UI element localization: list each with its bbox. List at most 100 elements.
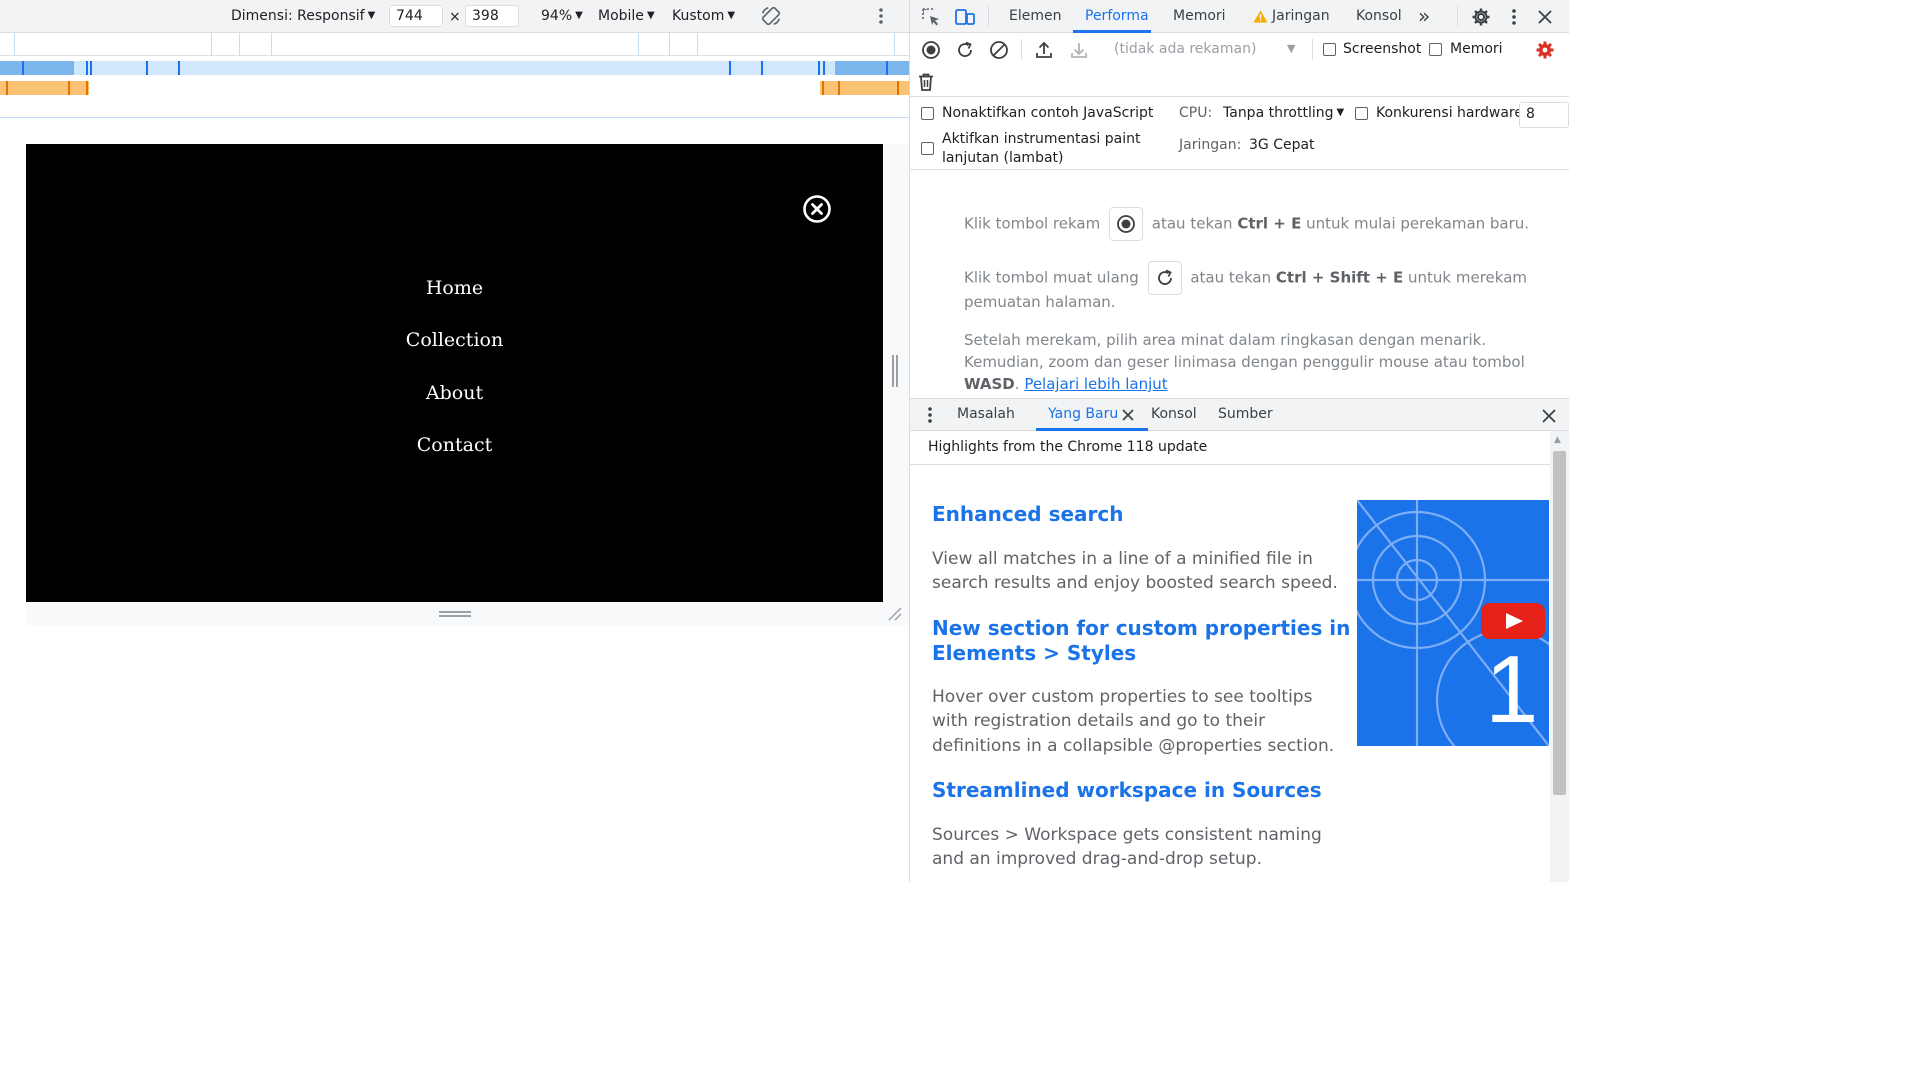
close-devtools-icon[interactable] bbox=[1535, 7, 1555, 27]
inline-record-button[interactable] bbox=[1109, 207, 1144, 241]
recording-select[interactable]: (tidak ada rekaman) bbox=[1114, 41, 1256, 57]
dimensions-dropdown[interactable]: Dimensi: Responsif ▼ bbox=[231, 8, 375, 24]
disable-js-samples-checkbox[interactable] bbox=[921, 107, 934, 120]
nav-link-collection[interactable]: Collection bbox=[26, 329, 883, 351]
feature-title[interactable]: New section for custom properties in bbox=[932, 616, 1350, 641]
network-label: Jaringan: bbox=[1179, 137, 1242, 153]
hw-concurrency-input[interactable]: 8 bbox=[1519, 102, 1569, 128]
feature-desc: Sources > Workspace gets consistent nami… bbox=[932, 825, 1322, 845]
whats-new-header-text: Highlights from the Chrome 118 update bbox=[928, 439, 1208, 455]
times-sign: × bbox=[449, 9, 461, 25]
media-query-bar-min-width[interactable] bbox=[0, 81, 909, 95]
after-record-line2: Kemudian, zoom dan geser linimasa dengan… bbox=[964, 353, 1525, 371]
download-profile-icon[interactable] bbox=[1068, 39, 1090, 61]
rotate-icon[interactable] bbox=[759, 4, 783, 28]
scroll-thumb[interactable] bbox=[1553, 451, 1566, 795]
nav-link-about[interactable]: About bbox=[26, 382, 883, 404]
corner-resize-icon[interactable] bbox=[887, 606, 903, 622]
drawer-tab-console[interactable]: Konsol bbox=[1151, 406, 1197, 422]
inspect-element-icon[interactable] bbox=[920, 6, 942, 28]
close-drawer-icon[interactable] bbox=[1540, 407, 1558, 425]
feature-desc: View all matches in a line of a minified… bbox=[932, 549, 1313, 569]
memory-label: Memori bbox=[1450, 41, 1503, 57]
network-throttle-value[interactable]: 3G Cepat bbox=[1249, 137, 1315, 153]
clear-icon[interactable] bbox=[988, 39, 1010, 61]
reload-record-icon[interactable] bbox=[954, 39, 976, 61]
devtools-tab-bar: Elemen Performa Memori Jaringan Konsol » bbox=[910, 0, 1569, 33]
reload-instruction-line2: pemuatan halaman. bbox=[964, 293, 1116, 311]
feature-desc: Hover over custom properties to see tool… bbox=[932, 687, 1313, 707]
feature-title[interactable]: Enhanced search bbox=[932, 502, 1124, 527]
paint-instrumentation-label-line2: lanjutan (lambat) bbox=[942, 150, 1064, 166]
capture-settings-gear-icon[interactable] bbox=[1533, 38, 1557, 62]
video-thumbnail[interactable]: 1 bbox=[1357, 500, 1549, 746]
cpu-label: CPU: bbox=[1179, 105, 1213, 121]
devtools-menu-icon[interactable] bbox=[1507, 7, 1521, 27]
inline-reload-button[interactable] bbox=[1147, 261, 1182, 295]
device-emulation-pane: Dimensi: Responsif ▼ 744 × 398 94% ▼ Mobil… bbox=[0, 0, 909, 882]
tab-elements[interactable]: Elemen bbox=[1009, 8, 1061, 24]
nav-link-contact[interactable]: Contact bbox=[26, 434, 883, 456]
tab-performance[interactable]: Performa bbox=[1085, 8, 1149, 24]
paint-instrumentation-checkbox[interactable] bbox=[921, 142, 934, 155]
screenshot-label: Screenshot bbox=[1343, 41, 1422, 57]
screenshot-checkbox[interactable] bbox=[1323, 43, 1336, 56]
drawer-tab-whats-new[interactable]: Yang Baru bbox=[1048, 406, 1118, 422]
hw-concurrency-checkbox[interactable] bbox=[1355, 107, 1368, 120]
resize-bar-right[interactable] bbox=[883, 144, 909, 625]
more-tabs-icon[interactable]: » bbox=[1418, 4, 1430, 28]
scrollbar[interactable]: ▲ bbox=[1550, 431, 1569, 882]
record-icon[interactable] bbox=[920, 39, 942, 61]
throttle-dropdown[interactable]: Kustom ▼ bbox=[672, 8, 735, 24]
whats-new-header: Highlights from the Chrome 118 update bbox=[910, 431, 1569, 465]
close-menu-icon[interactable] bbox=[802, 194, 832, 224]
cpu-throttle-select[interactable]: Tanpa throttling ▼ bbox=[1223, 105, 1344, 121]
feature-title[interactable]: Streamlined workspace in Sources bbox=[932, 778, 1322, 803]
tab-memory[interactable]: Memori bbox=[1173, 8, 1226, 24]
nav-link-home[interactable]: Home bbox=[26, 277, 883, 299]
media-query-bar-max-width[interactable] bbox=[0, 61, 909, 75]
settings-gear-icon[interactable] bbox=[1470, 6, 1492, 28]
feature-title[interactable]: Elements > Styles bbox=[932, 641, 1136, 666]
divider bbox=[0, 117, 909, 118]
performance-landing: Klik tombol rekam atau tekan Ctrl + E un… bbox=[910, 170, 1569, 398]
recording-dropdown-caret-icon[interactable]: ▼ bbox=[1287, 42, 1295, 55]
scroll-up-arrow-icon[interactable]: ▲ bbox=[1554, 435, 1561, 445]
after-record-line3: WASD. Pelajari lebih lanjut bbox=[964, 375, 1168, 393]
record-instruction: Klik tombol rekam atau tekan Ctrl + E un… bbox=[964, 207, 1529, 241]
trash-icon[interactable] bbox=[916, 71, 936, 93]
drawer-tab-issues[interactable]: Masalah bbox=[957, 406, 1015, 422]
drawer-menu-icon[interactable] bbox=[924, 406, 936, 424]
video-badge-text: 1 bbox=[1485, 636, 1539, 743]
paint-instrumentation-label-line1: Aktifkan instrumentasi paint bbox=[942, 131, 1141, 147]
learn-more-link[interactable]: Pelajari lebih lanjut bbox=[1024, 375, 1167, 393]
emulation-toolbar: Dimensi: Responsif ▼ 744 × 398 94% ▼ Mobil… bbox=[0, 0, 909, 33]
zoom-dropdown[interactable]: 94% ▼ bbox=[541, 8, 583, 24]
media-query-ruler[interactable] bbox=[0, 33, 909, 56]
reload-instruction: Klik tombol muat ulang atau tekan Ctrl +… bbox=[964, 261, 1527, 295]
more-options-icon[interactable] bbox=[872, 6, 890, 26]
feature-desc: search results and enjoy boosted search … bbox=[932, 573, 1338, 593]
feature-desc: with registration details and go to thei… bbox=[932, 711, 1266, 731]
tab-console[interactable]: Konsol bbox=[1356, 8, 1402, 24]
resize-handle-vertical[interactable] bbox=[892, 355, 898, 387]
feature-desc: definitions in a collapsible @properties… bbox=[932, 736, 1335, 756]
resize-bar-bottom[interactable] bbox=[26, 602, 883, 625]
height-input[interactable]: 398 bbox=[465, 5, 519, 27]
devtools-panel: Elemen Performa Memori Jaringan Konsol » bbox=[909, 0, 1569, 882]
disable-js-samples-label: Nonaktifkan contoh JavaScript bbox=[942, 105, 1154, 121]
capture-settings: Nonaktifkan contoh JavaScript Aktifkan i… bbox=[910, 97, 1569, 170]
drawer-tab-bar: Masalah Yang Baru Konsol Sumber bbox=[910, 398, 1569, 431]
device-toolbar-icon[interactable] bbox=[953, 6, 977, 28]
warning-icon bbox=[1252, 9, 1268, 23]
drawer-tab-sources[interactable]: Sumber bbox=[1218, 406, 1273, 422]
close-whats-new-tab-icon[interactable] bbox=[1120, 407, 1136, 423]
width-input[interactable]: 744 bbox=[389, 5, 443, 27]
whats-new-content: Enhanced search View all matches in a li… bbox=[910, 465, 1550, 882]
upload-profile-icon[interactable] bbox=[1033, 39, 1055, 61]
tab-network[interactable]: Jaringan bbox=[1272, 8, 1330, 24]
hw-concurrency-label: Konkurensi hardware bbox=[1376, 105, 1523, 121]
device-type-dropdown[interactable]: Mobile ▼ bbox=[598, 8, 655, 24]
resize-handle-horizontal[interactable] bbox=[439, 611, 471, 617]
memory-checkbox[interactable] bbox=[1429, 43, 1442, 56]
